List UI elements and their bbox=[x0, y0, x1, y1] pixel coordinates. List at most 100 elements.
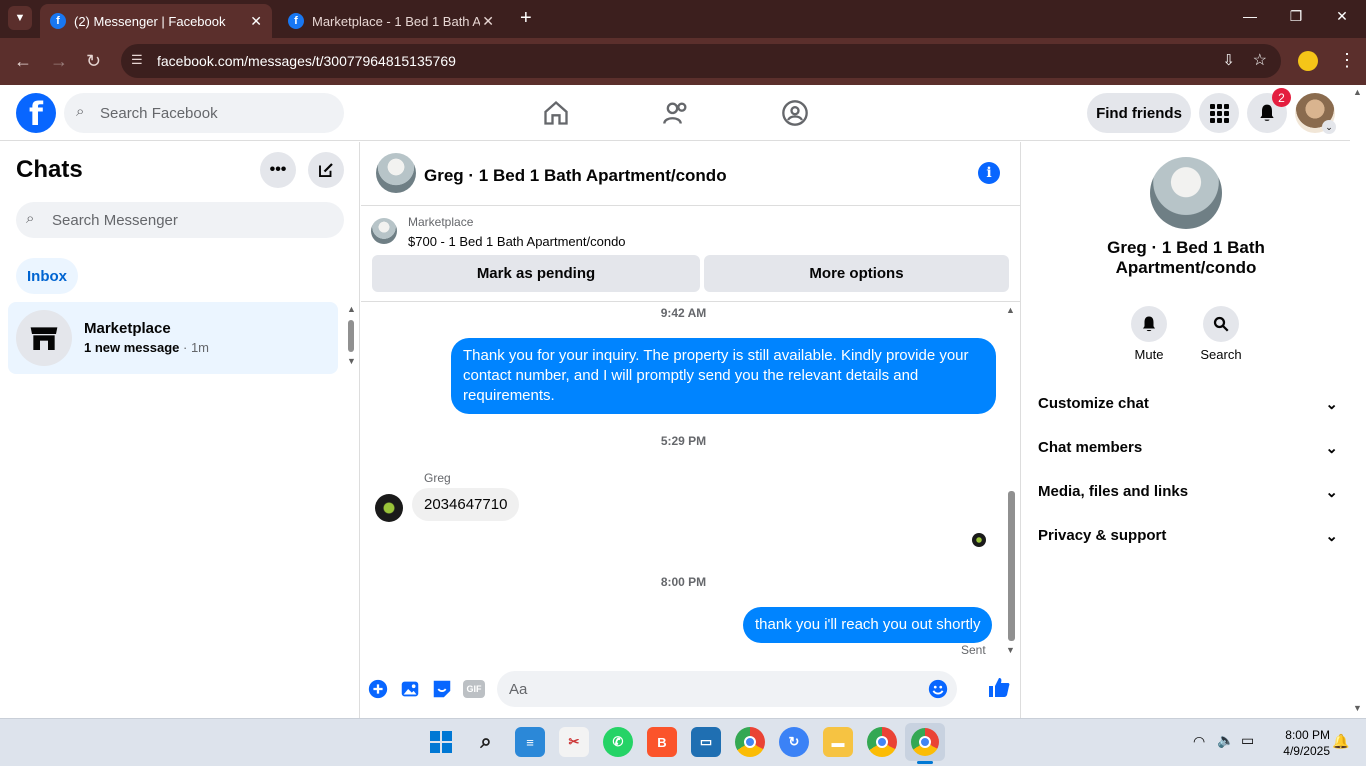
new-message-button[interactable] bbox=[308, 152, 344, 188]
media-files-links-section[interactable]: Media, files and links ⌄ bbox=[1038, 483, 1338, 501]
groups-icon[interactable] bbox=[781, 99, 809, 127]
brave-browser-icon[interactable]: B bbox=[647, 727, 677, 757]
sender-avatar[interactable] bbox=[375, 494, 403, 522]
conversation-avatar[interactable] bbox=[1150, 157, 1222, 229]
incoming-message[interactable]: 2034647710 bbox=[412, 488, 520, 521]
maximize-button[interactable]: ❐ bbox=[1284, 8, 1308, 25]
message-input[interactable]: Aa bbox=[497, 671, 957, 707]
scroll-thumb[interactable] bbox=[348, 320, 354, 352]
close-tab-icon[interactable]: ✕ bbox=[250, 13, 262, 30]
install-app-icon[interactable]: ⇩ bbox=[1222, 51, 1235, 69]
forward-icon[interactable]: → bbox=[50, 51, 68, 72]
tab-marketplace[interactable]: f Marketplace - 1 Bed 1 Bath Apa ✕ bbox=[278, 4, 504, 38]
menu-grid-button[interactable] bbox=[1199, 93, 1239, 133]
reload-icon[interactable]: ↻ bbox=[86, 51, 101, 72]
scroll-thumb[interactable] bbox=[1008, 491, 1015, 641]
sticker-icon[interactable] bbox=[431, 678, 453, 700]
privacy-support-section[interactable]: Privacy & support ⌄ bbox=[1038, 527, 1338, 545]
scroll-up-icon[interactable]: ▲ bbox=[347, 304, 356, 314]
volume-icon[interactable]: 🔈 bbox=[1217, 732, 1234, 749]
storefront-icon bbox=[30, 327, 58, 350]
close-window-button[interactable]: ✕ bbox=[1330, 8, 1354, 25]
chevron-down-icon: ⌄ bbox=[1325, 484, 1338, 501]
marketplace-listing-bar: Marketplace $700 - 1 Bed 1 Bath Apartmen… bbox=[361, 207, 1021, 302]
customize-chat-section[interactable]: Customize chat ⌄ bbox=[1038, 395, 1338, 413]
minimize-button[interactable]: — bbox=[1238, 8, 1262, 24]
listing-thumbnail[interactable] bbox=[371, 218, 397, 244]
chrome-profile-icon[interactable] bbox=[867, 727, 897, 757]
outgoing-message[interactable]: Thank you for your inquiry. The property… bbox=[451, 338, 996, 414]
thumbs-up-icon[interactable] bbox=[987, 676, 1011, 700]
friends-icon[interactable] bbox=[662, 99, 690, 127]
site-info-icon[interactable]: ☰ bbox=[131, 52, 143, 68]
chat-options-button[interactable]: ••• bbox=[260, 152, 296, 188]
back-icon[interactable]: ← bbox=[14, 51, 32, 72]
bookmark-star-icon[interactable]: ☆ bbox=[1253, 50, 1267, 70]
chat-details-pane: Greg · 1 Bed 1 Bath Apartment/condo Mute… bbox=[1022, 142, 1350, 718]
windows-start-icon[interactable] bbox=[426, 727, 456, 757]
battery-icon[interactable]: ▭ bbox=[1241, 732, 1254, 749]
wifi-icon[interactable]: ◠ bbox=[1193, 733, 1205, 750]
address-bar[interactable]: ☰ facebook.com/messages/t/30077964815135… bbox=[121, 44, 1281, 78]
grid-icon bbox=[1210, 104, 1229, 123]
conversation-title[interactable]: Greg · 1 Bed 1 Bath Apartment/condo bbox=[424, 166, 727, 186]
page-scrollbar[interactable]: ▲ ▼ bbox=[1350, 85, 1366, 718]
conversation-thumbnail[interactable] bbox=[376, 153, 416, 193]
emoji-icon[interactable] bbox=[927, 678, 949, 700]
attach-image-icon[interactable] bbox=[399, 678, 421, 700]
chat-list-scrollbar[interactable]: ▲ ▼ bbox=[345, 302, 357, 368]
notepad-icon[interactable]: ≡ bbox=[515, 727, 545, 757]
chat-members-section[interactable]: Chat members ⌄ bbox=[1038, 439, 1338, 457]
outgoing-message[interactable]: thank you i'll reach you out shortly bbox=[743, 607, 993, 643]
notification-bell-icon[interactable]: 🔔 bbox=[1332, 733, 1349, 750]
scroll-down-icon[interactable]: ▼ bbox=[1353, 703, 1362, 713]
scroll-up-icon[interactable]: ▲ bbox=[1353, 87, 1362, 97]
desktop-icon[interactable]: ▭ bbox=[691, 727, 721, 757]
more-options-button[interactable]: More options bbox=[704, 255, 1009, 292]
profile-icon[interactable] bbox=[1298, 51, 1318, 71]
chrome-active-window-button[interactable] bbox=[905, 723, 945, 761]
section-label: Media, files and links bbox=[1038, 483, 1189, 500]
tab-list-button[interactable]: ▼ bbox=[8, 6, 32, 30]
listing-title[interactable]: $700 - 1 Bed 1 Bath Apartment/condo bbox=[408, 234, 626, 249]
inbox-filter-chip[interactable]: Inbox bbox=[16, 258, 78, 294]
facebook-logo-icon[interactable]: f bbox=[16, 93, 56, 133]
search-icon[interactable]: ⌕ bbox=[471, 727, 501, 757]
facebook-header: f ⌕ Search Facebook Find friends 2 ⌄ bbox=[0, 85, 1366, 141]
scroll-down-icon[interactable]: ▼ bbox=[1006, 645, 1015, 655]
system-clock[interactable]: 8:00 PM 4/9/2025 bbox=[1270, 727, 1330, 759]
bell-icon bbox=[1260, 104, 1274, 121]
message-timestamp: 5:29 PM bbox=[660, 434, 707, 448]
mute-button[interactable] bbox=[1131, 306, 1167, 342]
info-icon[interactable]: i bbox=[978, 162, 1000, 184]
chevron-down-icon: ⌄ bbox=[1325, 440, 1338, 457]
scroll-down-icon[interactable]: ▼ bbox=[347, 356, 356, 366]
compose-icon bbox=[319, 163, 333, 177]
search-conversation-button[interactable] bbox=[1203, 306, 1239, 342]
new-tab-button[interactable]: + bbox=[520, 7, 532, 30]
snipping-tool-icon[interactable]: ✂ bbox=[559, 727, 589, 757]
messenger-search-input[interactable]: ⌕ Search Messenger bbox=[16, 202, 344, 238]
facebook-search-input[interactable]: ⌕ Search Facebook bbox=[64, 93, 344, 133]
whatsapp-icon[interactable]: ✆ bbox=[603, 727, 633, 757]
chats-sidebar: Chats ••• ⌕ Search Messenger Inbox Marke… bbox=[0, 142, 360, 718]
browser-menu-icon[interactable]: ⋮ bbox=[1338, 50, 1356, 71]
chevron-down-icon[interactable]: ⌄ bbox=[1322, 120, 1336, 134]
plus-circle-icon[interactable] bbox=[367, 678, 389, 700]
file-explorer-icon[interactable]: ▬ bbox=[823, 727, 853, 757]
chrome-icon[interactable] bbox=[735, 727, 765, 757]
gif-button[interactable]: GIF bbox=[463, 680, 485, 698]
chat-list-item[interactable]: Marketplace 1 new message · 1m bbox=[8, 302, 338, 374]
chat-preview-text: 1 new message bbox=[84, 340, 180, 355]
facebook-favicon-icon: f bbox=[50, 13, 66, 29]
sync-app-icon[interactable]: ↻ bbox=[779, 727, 809, 757]
home-icon[interactable] bbox=[542, 99, 570, 127]
scroll-up-icon[interactable]: ▲ bbox=[1006, 305, 1015, 315]
search-icon bbox=[1213, 316, 1229, 332]
messages-scrollbar[interactable]: ▲ ▼ bbox=[1005, 305, 1017, 657]
chats-title: Chats bbox=[16, 156, 83, 183]
find-friends-button[interactable]: Find friends bbox=[1087, 93, 1191, 133]
close-tab-icon[interactable]: ✕ bbox=[482, 13, 494, 30]
tab-messenger[interactable]: f (2) Messenger | Facebook ✕ bbox=[40, 4, 272, 38]
mark-as-pending-button[interactable]: Mark as pending bbox=[372, 255, 700, 292]
